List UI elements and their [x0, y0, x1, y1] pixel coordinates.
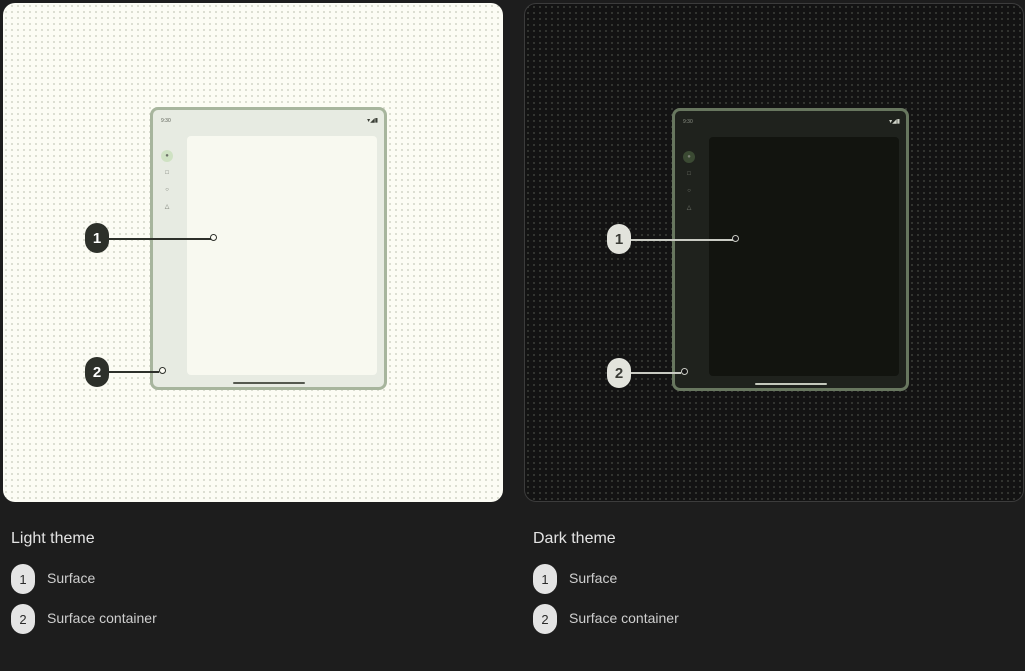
- leader-endpoint-1: [210, 234, 217, 241]
- leader-endpoint-1: [732, 235, 739, 242]
- surface-area: [709, 137, 899, 376]
- dark-theme-title: Dark theme: [533, 530, 616, 547]
- surface-area: [187, 136, 377, 375]
- legend-badge-2: 2: [11, 604, 35, 634]
- nav-rail-circle-icon: ○: [165, 187, 169, 193]
- nav-rail-triangle-icon: △: [686, 205, 692, 211]
- legend-badge-1: 1: [11, 564, 35, 594]
- light-theme-title: Light theme: [11, 530, 95, 547]
- leader-line-1: [631, 239, 734, 241]
- nav-rail-square-icon: □: [165, 170, 169, 176]
- tablet-frame: 9:30 ▾◢▮ ● □ ○ △: [672, 108, 909, 391]
- tablet-frame: 9:30 ▾◢▮ ● □ ○ △: [150, 107, 387, 390]
- leader-line-2: [631, 372, 681, 374]
- leader-line-1: [109, 238, 212, 240]
- legend-badge-1: 1: [533, 564, 557, 594]
- legend-badge-2: 2: [533, 604, 557, 634]
- status-icons: ▾◢▮: [889, 119, 900, 125]
- nav-rail-active-icon: ●: [161, 150, 173, 162]
- status-icons: ▾◢▮: [367, 118, 378, 124]
- nav-rail-square-icon: □: [687, 171, 691, 177]
- home-indicator: [755, 383, 827, 385]
- leader-line-2: [109, 371, 159, 373]
- light-theme-preview: 9:30 ▾◢▮ ● □ ○ △ 1 2: [3, 3, 503, 502]
- legend-label-surface: Surface: [47, 570, 96, 586]
- nav-rail-triangle-icon: △: [164, 204, 170, 210]
- callout-2: 2: [85, 357, 109, 387]
- status-time: 9:30: [683, 119, 693, 125]
- callout-1: 1: [85, 223, 109, 253]
- leader-endpoint-2: [681, 368, 688, 375]
- nav-rail-active-icon: ●: [683, 151, 695, 163]
- home-indicator: [233, 382, 305, 384]
- dark-theme-preview: 9:30 ▾◢▮ ● □ ○ △ 1 2: [524, 3, 1024, 502]
- status-time: 9:30: [161, 118, 171, 124]
- leader-endpoint-2: [159, 367, 166, 374]
- legend-label-surface-container: Surface container: [569, 610, 679, 626]
- legend-label-surface: Surface: [569, 570, 618, 586]
- callout-1: 1: [607, 224, 631, 254]
- nav-rail-circle-icon: ○: [687, 188, 691, 194]
- callout-2: 2: [607, 358, 631, 388]
- legend-label-surface-container: Surface container: [47, 610, 157, 626]
